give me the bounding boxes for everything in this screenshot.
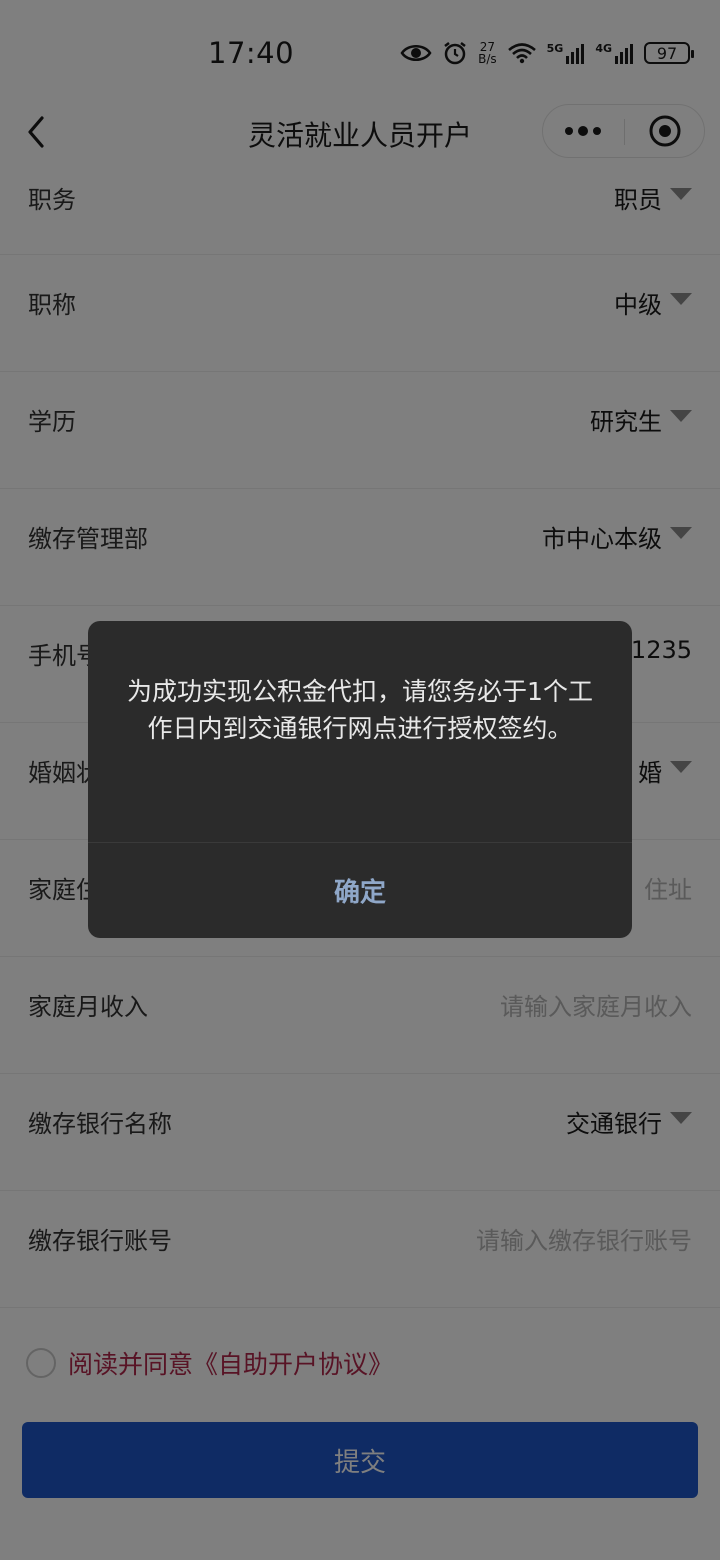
confirm-button[interactable]: 确定: [88, 843, 632, 938]
dialog-message: 为成功实现公积金代扣，请您务必于1个工作日内到交通银行网点进行授权签约。: [127, 677, 593, 743]
alert-dialog: 为成功实现公积金代扣，请您务必于1个工作日内到交通银行网点进行授权签约。 确定: [88, 621, 632, 938]
